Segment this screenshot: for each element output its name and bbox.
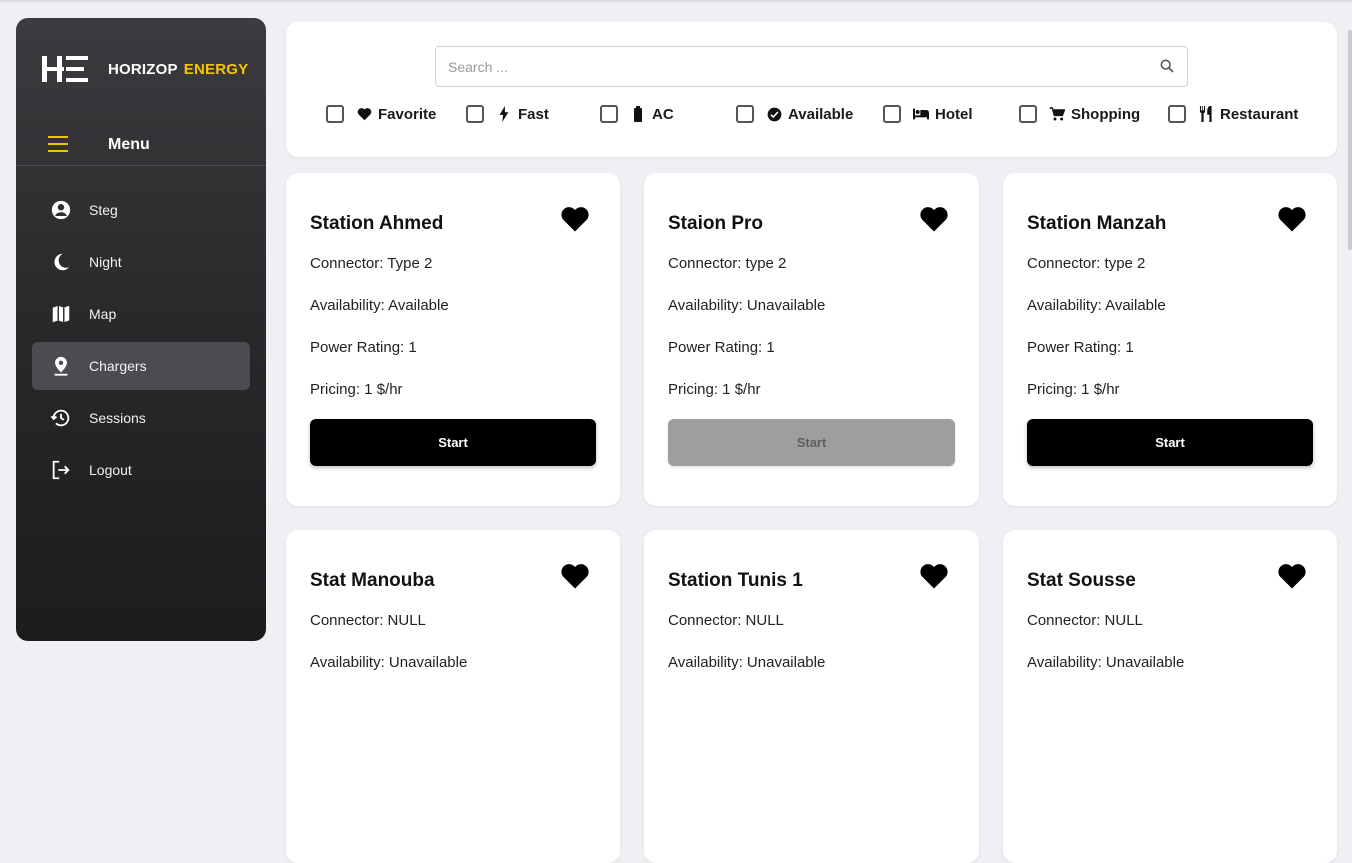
- favorite-heart-icon[interactable]: [1277, 562, 1307, 590]
- filter-checkbox[interactable]: [1168, 105, 1186, 123]
- sidebar-item-label: Sessions: [89, 410, 146, 426]
- cart-icon: [1049, 106, 1065, 122]
- filter-checkbox[interactable]: [1019, 105, 1037, 123]
- start-button-disabled[interactable]: Start: [668, 419, 955, 466]
- sidebar-item-label: Night: [89, 254, 122, 270]
- bolt-icon: [496, 106, 512, 122]
- favorite-heart-icon[interactable]: [560, 205, 590, 233]
- sidebar-item-logout[interactable]: Logout: [32, 446, 250, 494]
- search-box: [435, 46, 1188, 87]
- sidebar-item-map[interactable]: Map: [32, 290, 250, 338]
- sidebar: HORIZOP ENERGY Menu Steg Night Map Charg…: [16, 18, 266, 641]
- sidebar-item-sessions[interactable]: Sessions: [32, 394, 250, 442]
- filter-checkbox[interactable]: [736, 105, 754, 123]
- search-icon[interactable]: [1159, 58, 1175, 74]
- station-connector: Connector: Type 2: [310, 255, 433, 272]
- sidebar-item-label: Steg: [89, 202, 118, 218]
- filter-label: Shopping: [1071, 105, 1141, 123]
- filter-restaurant[interactable]: Restaurant: [1168, 102, 1298, 126]
- station-availability: Availability: Unavailable: [668, 297, 826, 314]
- filter-label: Available: [788, 105, 854, 123]
- station-availability: Availability: Available: [310, 297, 449, 314]
- station-pricing: Pricing: 1 $/hr: [310, 381, 403, 398]
- location-pin-icon: [50, 355, 72, 377]
- brand-name: HORIZOP ENERGY: [108, 60, 249, 78]
- station-card: Stat Manouba Connector: NULL Availabilit…: [286, 530, 620, 863]
- station-power: Power Rating: 1: [668, 339, 775, 356]
- filter-label: Favorite: [378, 105, 437, 123]
- filter-fast[interactable]: Fast: [466, 102, 549, 126]
- map-icon: [50, 303, 72, 325]
- utensils-icon: [1198, 106, 1214, 122]
- heart-icon: [356, 106, 372, 122]
- battery-icon: [630, 106, 646, 122]
- filter-checkbox[interactable]: [326, 105, 344, 123]
- favorite-heart-icon[interactable]: [919, 205, 949, 233]
- station-card: Station Ahmed Connector: Type 2 Availabi…: [286, 173, 620, 506]
- sidebar-item-label: Map: [89, 306, 117, 322]
- check-circle-icon: [766, 106, 782, 122]
- filter-checkbox[interactable]: [466, 105, 484, 123]
- station-connector: Connector: NULL: [310, 612, 426, 629]
- logout-icon: [50, 459, 72, 481]
- brand-logo-icon: [42, 56, 88, 82]
- filter-shopping[interactable]: Shopping: [1019, 102, 1140, 126]
- filter-checkbox[interactable]: [600, 105, 618, 123]
- station-name: Station Ahmed: [310, 213, 444, 234]
- brand-accent: ENERGY: [183, 60, 249, 78]
- history-icon: [50, 407, 72, 429]
- station-name: Station Tunis 1: [668, 570, 803, 591]
- station-card: Staion Pro Connector: type 2 Availabilit…: [644, 173, 979, 506]
- station-connector: Connector: type 2: [1027, 255, 1146, 272]
- favorite-heart-icon[interactable]: [1277, 205, 1307, 233]
- filter-panel: Favorite Fast AC Available Hotel Shoppin…: [286, 22, 1337, 157]
- search-input[interactable]: [436, 47, 1151, 86]
- favorite-heart-icon[interactable]: [560, 562, 590, 590]
- station-availability: Availability: Available: [1027, 297, 1166, 314]
- filter-checkbox[interactable]: [883, 105, 901, 123]
- filter-hotel[interactable]: Hotel: [883, 102, 973, 126]
- station-connector: Connector: NULL: [668, 612, 784, 629]
- sidebar-nav: Steg Night Map Chargers Sessions Logout: [32, 186, 250, 498]
- station-card: Stat Sousse Connector: NULL Availability…: [1003, 530, 1337, 863]
- station-card: Station Tunis 1 Connector: NULL Availabi…: [644, 530, 979, 863]
- start-button[interactable]: Start: [310, 419, 596, 466]
- sidebar-item-chargers[interactable]: Chargers: [32, 342, 250, 390]
- station-card: Station Manzah Connector: type 2 Availab…: [1003, 173, 1337, 506]
- window-top-border: [0, 0, 1352, 2]
- account-circle-icon: [50, 199, 72, 221]
- station-name: Station Manzah: [1027, 213, 1167, 234]
- filter-label: Fast: [518, 105, 549, 123]
- sidebar-item-steg[interactable]: Steg: [32, 186, 250, 234]
- bed-icon: [913, 106, 929, 122]
- station-name: Staion Pro: [668, 213, 764, 234]
- station-connector: Connector: type 2: [668, 255, 787, 272]
- filter-available[interactable]: Available: [736, 102, 853, 126]
- page-scrollbar[interactable]: [1348, 30, 1352, 250]
- start-button[interactable]: Start: [1027, 419, 1313, 466]
- filter-favorite[interactable]: Favorite: [326, 102, 436, 126]
- station-pricing: Pricing: 1 $/hr: [668, 381, 761, 398]
- station-pricing: Pricing: 1 $/hr: [1027, 381, 1120, 398]
- sidebar-item-label: Chargers: [89, 358, 147, 374]
- brand: HORIZOP ENERGY: [40, 54, 248, 84]
- filter-label: AC: [652, 105, 674, 123]
- station-power: Power Rating: 1: [310, 339, 417, 356]
- sidebar-item-night[interactable]: Night: [32, 238, 250, 286]
- menu-label: Menu: [108, 136, 150, 153]
- station-connector: Connector: NULL: [1027, 612, 1143, 629]
- moon-icon: [50, 251, 72, 273]
- station-name: Stat Sousse: [1027, 570, 1136, 591]
- menu-header: Menu: [16, 126, 266, 166]
- station-power: Power Rating: 1: [1027, 339, 1134, 356]
- filter-ac[interactable]: AC: [600, 102, 674, 126]
- sidebar-item-label: Logout: [89, 462, 132, 478]
- favorite-heart-icon[interactable]: [919, 562, 949, 590]
- station-name: Stat Manouba: [310, 570, 435, 591]
- filter-label: Restaurant: [1220, 105, 1299, 123]
- filter-label: Hotel: [935, 105, 973, 123]
- hamburger-menu-icon[interactable]: [48, 136, 68, 152]
